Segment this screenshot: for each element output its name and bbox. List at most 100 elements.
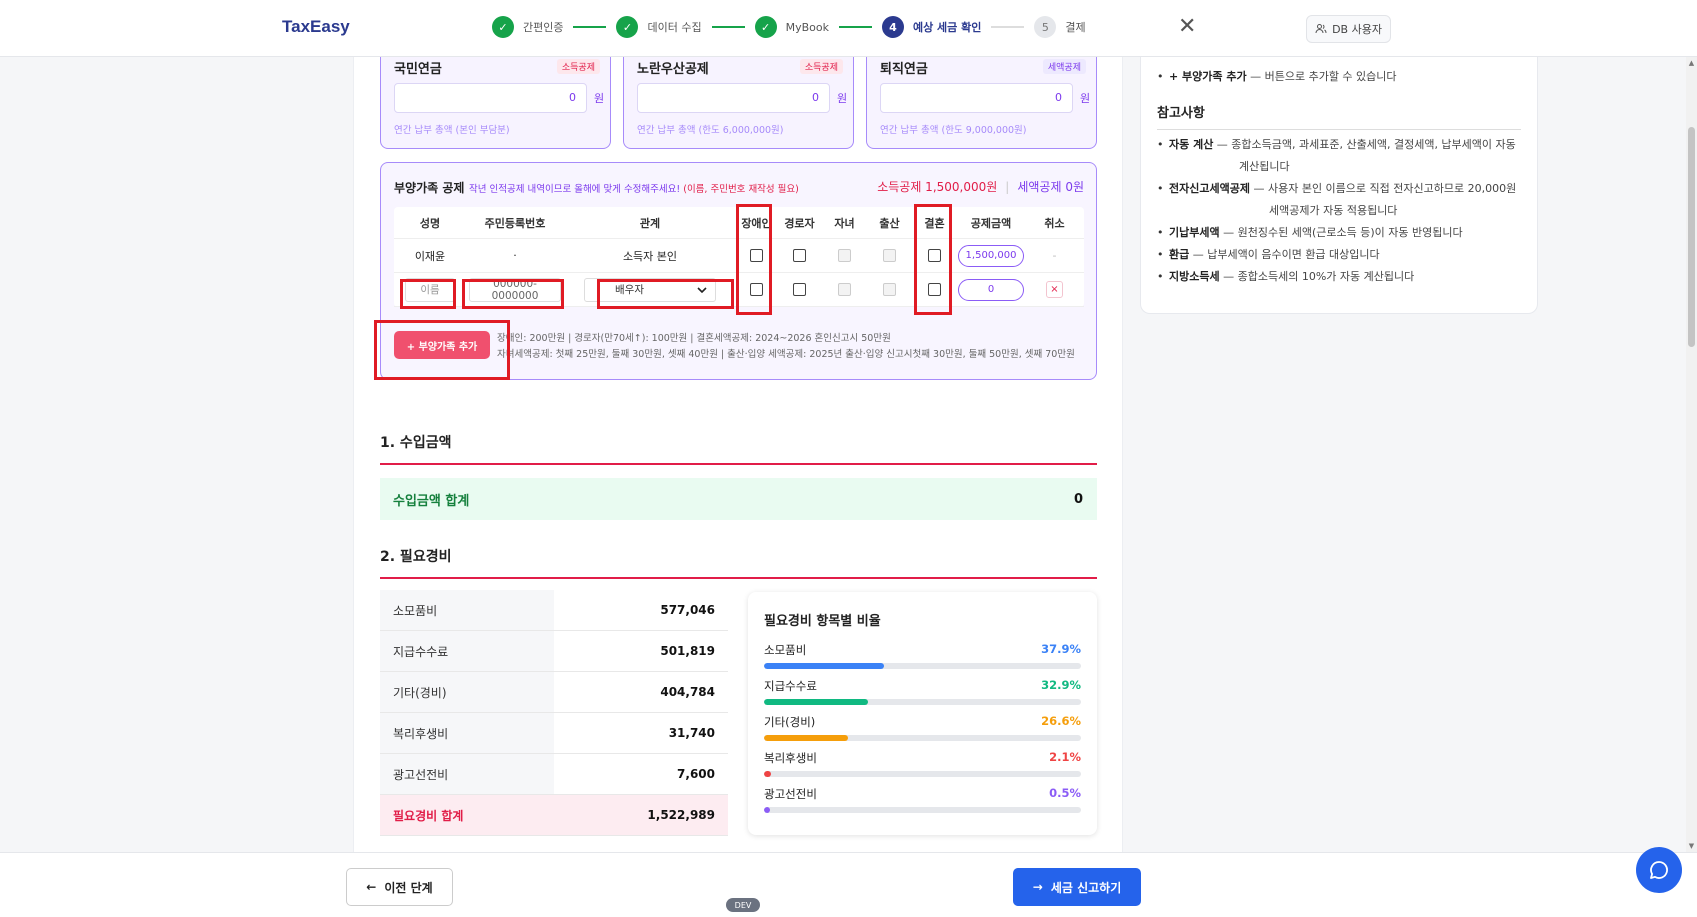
divider: | [1005,179,1010,194]
expense-label: 광고선전비 [380,754,554,794]
expenses-section-title: 2. 필요경비 [380,549,452,565]
ratio-bar [764,771,1081,777]
chat-button[interactable] [1636,847,1682,893]
col-header: 주민등록번호 [484,216,546,230]
note-text: — 납부세액이 음수이면 환급 대상입니다 [1189,248,1380,261]
add-dependent-button[interactable]: + 부양가족 추가 [394,331,490,359]
dependent-name-input[interactable]: 이름 [405,277,455,302]
chevron-down-icon [697,286,707,293]
note-text: — 종합소득금액, 과세표준, 산출세액, 결정세액, 납부세액이 자동 [1213,138,1516,151]
step-label: 예상 세금 확인 [912,21,982,34]
ratio-label: 기타(경비) [764,715,816,729]
prev-step-button[interactable]: ← 이전 단계 [346,868,453,906]
relation-select[interactable]: 배우자 [584,277,716,302]
expense-ratio-card: 필요경비 항목별 비율 소모품비 37.9% 지급수수료 32.9% 기타(경비) 26.… [748,592,1097,835]
expense-total-row: 필요경비 합계 1,522,989 [380,795,728,836]
step-connector [573,26,607,28]
ratio-item: 지급수수료 32.9% [764,678,1081,705]
elderly-cell [777,239,822,272]
page-scrollbar[interactable]: ▲ ▼ [1686,57,1697,852]
brand-logo[interactable]: TaxEasy [282,17,350,37]
note-text: — 원천징수된 세액(근로소득 등)이 자동 반영됩니다 [1219,226,1463,239]
national-pension-input[interactable]: 0 [394,83,587,113]
marriage-checkbox[interactable] [928,283,941,296]
tax-deduction-total: 세액공제 0원 [1017,180,1084,194]
note-cont: 계산됩니다 [1239,160,1290,173]
ratio-bar [764,663,1081,669]
deduction-amount: 1,500,000 [958,244,1024,267]
retirement-pension-input[interactable]: 0 [880,83,1073,113]
cancel-cell: - [1052,249,1057,262]
guide-line: 자녀세액공제: 첫째 25만원, 둘째 30만원, 셋째 40만원 | 출산·입… [497,349,1075,360]
relation-value: 배우자 [615,284,644,296]
ratio-label: 지급수수료 [764,679,817,693]
col-header: 자녀 [834,216,855,230]
ratio-bar-fill [764,807,771,813]
note-cont: 세액공제가 자동 적용됩니다 [1269,204,1398,217]
pension-card-retirement: 퇴직연금 세액공제 0 원 연간 납부 총액 (한도 9,000,000원) [866,52,1097,149]
marriage-checkbox[interactable] [928,249,941,262]
income-total-row: 수입금액 합계 0 [380,478,1097,520]
elderly-cell [777,273,822,306]
arrow-left-icon: ← [366,880,377,894]
remove-dependent-button[interactable]: × [1046,281,1063,298]
child-cell [822,239,867,272]
step-number: 5 [1034,16,1057,38]
table-row: 기타(경비) 404,784 [380,672,728,713]
step-estimate: 4 예상 세금 확인 [881,16,982,38]
note-item: 기납부세액 — 원천징수된 세액(근로소득 등)이 자동 반영됩니다 [1157,222,1521,244]
ratio-row: 소모품비 37.9% [764,642,1081,658]
db-user-button[interactable]: DB 사용자 [1306,15,1391,43]
dependent-rrn-input[interactable]: 000000-0000000 [469,277,561,302]
ratio-item: 광고선전비 0.5% [764,786,1081,813]
step-auth: ✓ 간편인증 [492,16,563,38]
col-header: 성명 [419,216,441,230]
table-row: 이름 000000-0000000 배우자 0 × [394,273,1084,307]
elderly-checkbox[interactable] [793,249,806,262]
help-panel: + 부양가족 추가 — 버튼으로 추가할 수 있습니다 참고사항 자동 계산 —… [1140,57,1538,314]
section-divider [380,577,1097,579]
note-bold: 지방소득세 [1169,270,1220,283]
scroll-up-icon[interactable]: ▲ [1686,59,1697,67]
step-connector [991,26,1025,28]
dependents-note: 작년 인적공제 내역이므로 올해에 맞게 수정해주세요! (이름, 주민번호 재… [469,181,799,195]
scroll-down-icon[interactable]: ▼ [1686,842,1697,850]
ratio-item: 기타(경비) 26.6% [764,714,1081,741]
name-cell: 이름 [394,273,466,306]
ratio-label: 광고선전비 [764,787,817,801]
note-text: — 종합소득세의 10%가 자동 계산됩니다 [1219,270,1415,283]
income-deduction-total: 소득공제 1,500,000원 [877,180,998,194]
unit-label: 원 [1080,92,1091,105]
expense-total-value: 1,522,989 [554,795,728,835]
arrow-right-icon: → [1032,880,1043,894]
elderly-checkbox[interactable] [793,283,806,296]
close-icon[interactable]: ✕ [1178,14,1196,39]
yellow-umbrella-input[interactable]: 0 [637,83,830,113]
marriage-cell [912,273,957,306]
expense-total-label: 필요경비 합계 [380,795,554,835]
file-tax-button[interactable]: → 세금 신고하기 [1013,868,1141,906]
step-label: MyBook [785,20,829,34]
disabled-checkbox[interactable] [750,249,763,262]
deduction-guide: 장애인: 200만원 | 경로자(만70세↑): 100만원 | 결혼세액공제:… [497,331,1075,363]
step-connector [838,26,872,28]
ratio-bar-fill [764,771,771,777]
unit-label: 원 [594,92,605,105]
birth-cell [867,239,912,272]
ratio-bar [764,735,1081,741]
col-header: 출산 [879,216,900,230]
ratio-percent: 26.6% [1041,714,1081,728]
scroll-thumb[interactable] [1688,127,1695,347]
top-bar: TaxEasy ✓ 간편인증 ✓ 데이터 수집 ✓ MyBook 4 예상 세금… [0,0,1697,57]
ratio-percent: 0.5% [1049,786,1081,800]
step-data: ✓ 데이터 수집 [616,16,702,38]
help-text: — 버튼으로 추가할 수 있습니다 [1246,70,1397,83]
step-number: 4 [881,16,904,38]
note-item: 환급 — 납부세액이 음수이면 환급 대상입니다 [1157,244,1521,266]
dependents-table: 성명 주민등록번호 관계 장애인 경로자 자녀 출산 결혼 공제금액 취소 이재… [394,207,1084,307]
unit-label: 원 [837,92,848,105]
disabled-checkbox[interactable] [750,283,763,296]
step-label: 간편인증 [523,21,564,34]
ratio-bar-fill [764,735,849,741]
child-checkbox [838,249,851,262]
